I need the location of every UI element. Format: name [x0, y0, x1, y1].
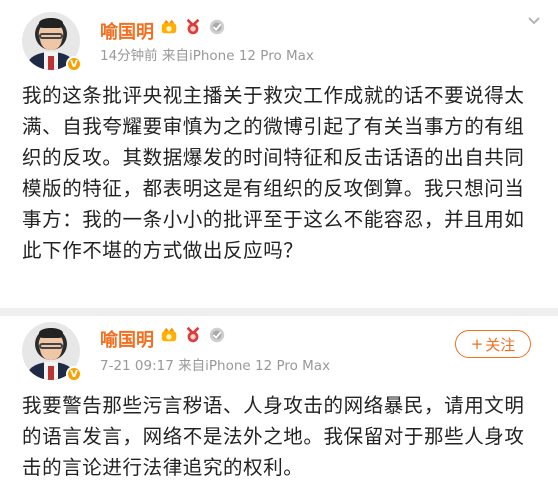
author-badges	[160, 18, 226, 36]
post-meta: 14分钟前 来自iPhone 12 Pro Max	[100, 48, 314, 64]
plus-icon: +	[470, 335, 484, 353]
post-text: 我的这条批评央视主播关于救灾工作成就的话不要说得太满、自我夸耀要审慎为之的微博引…	[22, 84, 525, 262]
verified-icon: V	[66, 56, 82, 72]
follow-label: 关注	[485, 335, 516, 354]
author-name[interactable]: 喻国明	[100, 326, 154, 352]
divider	[0, 308, 558, 316]
follow-button[interactable]: + 关注	[455, 330, 531, 358]
badge-icon	[209, 327, 225, 343]
badge-icon	[209, 19, 225, 35]
medal-icon	[186, 18, 200, 35]
post-meta: 7-21 09:17 来自iPhone 12 Pro Max	[100, 358, 331, 374]
verified-icon: V	[66, 366, 82, 382]
author-name[interactable]: 喻国明	[100, 18, 154, 44]
vip-crown-icon	[161, 19, 177, 34]
weibo-post-1: V 喻国明 14分钟前 来自iPhone 12 Pro Max 我的这条批评央视…	[0, 0, 558, 308]
post-text: 我要警告那些污言秽语、人身攻击的网络暴民，请用文明的语言发言，网络不是法外之地。…	[22, 394, 525, 479]
weibo-post-2: V 喻国明 7-21 09:17 来自iPhone 12 Pro Max + 关…	[0, 316, 558, 490]
vip-crown-icon	[161, 327, 177, 342]
medal-icon	[186, 326, 200, 343]
chevron-down-icon[interactable]	[528, 14, 540, 26]
author-badges	[160, 326, 226, 344]
